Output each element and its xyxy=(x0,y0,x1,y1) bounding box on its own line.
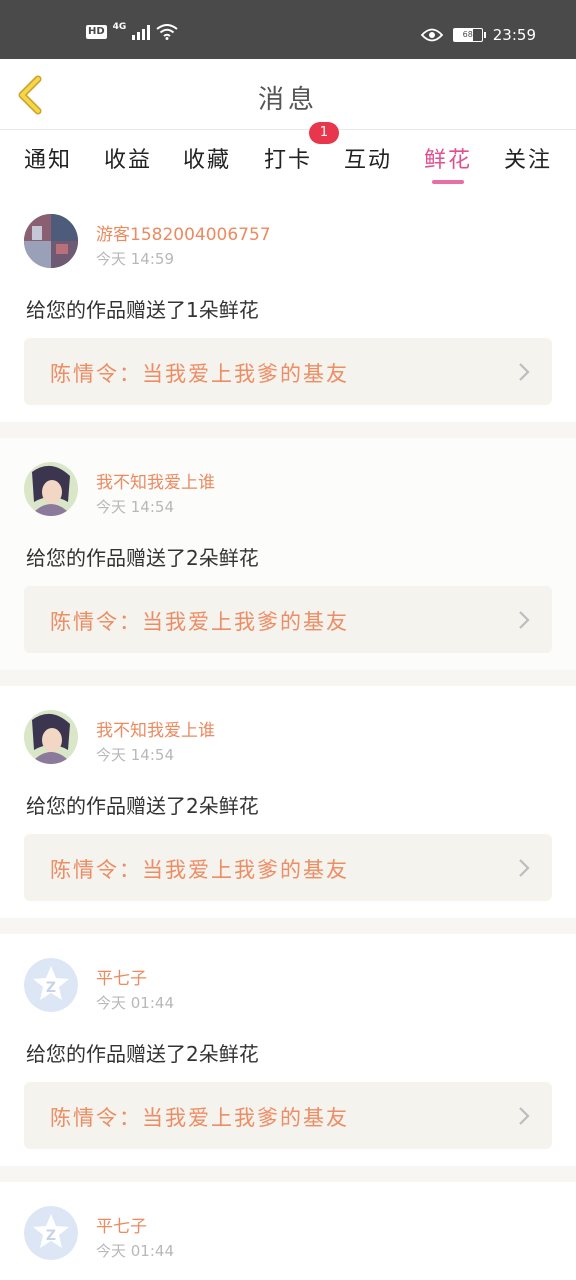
message-card[interactable]: 游客1582004006757 今天 14:59 给您的作品赠送了1朵鲜花 陈情… xyxy=(0,190,576,422)
work-title: 陈情令：当我爱上我爹的基友 xyxy=(50,362,349,386)
avatar[interactable] xyxy=(24,214,78,268)
status-bar: HD 4G 68 23:59 xyxy=(0,0,576,59)
active-tab-indicator xyxy=(432,180,464,184)
message-text: 给您的作品赠送了1朵鲜花 xyxy=(26,298,259,322)
status-left: HD 4G xyxy=(86,22,178,40)
chevron-right-icon xyxy=(519,611,530,629)
navigation-bar: 消息 xyxy=(0,59,576,130)
svg-text:Z: Z xyxy=(46,980,56,996)
tab-follow[interactable]: 关注 xyxy=(504,142,552,174)
username[interactable]: 游客1582004006757 xyxy=(96,220,271,245)
work-link[interactable]: 陈情令：当我爱上我爹的基友 xyxy=(24,1082,552,1149)
username[interactable]: 平七子 xyxy=(96,964,147,989)
username[interactable]: 我不知我爱上谁 xyxy=(96,716,215,741)
checkin-badge: 1 xyxy=(309,122,339,144)
message-card[interactable]: 我不知我爱上谁 今天 14:54 给您的作品赠送了2朵鲜花 陈情令：当我爱上我爹… xyxy=(0,438,576,670)
username[interactable]: 平七子 xyxy=(96,1212,147,1237)
chevron-right-icon xyxy=(519,1107,530,1125)
work-title: 陈情令：当我爱上我爹的基友 xyxy=(50,858,349,882)
work-link[interactable]: 陈情令：当我爱上我爹的基友 xyxy=(24,338,552,405)
tab-notification[interactable]: 通知 xyxy=(24,142,72,174)
work-title: 陈情令：当我爱上我爹的基友 xyxy=(50,610,349,634)
message-text: 给您的作品赠送了2朵鲜花 xyxy=(26,794,259,818)
page-title: 消息 xyxy=(257,85,318,115)
hd-badge: HD xyxy=(86,25,107,39)
work-title: 陈情令：当我爱上我爹的基友 xyxy=(50,1106,349,1130)
clock: 23:59 xyxy=(492,26,536,44)
timestamp: 今天 14:59 xyxy=(96,250,174,268)
network-type: 4G xyxy=(112,22,127,32)
username[interactable]: 我不知我爱上谁 xyxy=(96,468,215,493)
default-avatar-icon[interactable]: Z xyxy=(24,1206,78,1260)
timestamp: 今天 01:44 xyxy=(96,1242,174,1260)
tab-income[interactable]: 收益 xyxy=(104,142,152,174)
status-right: 68 23:59 xyxy=(420,26,536,44)
message-card[interactable]: 我不知我爱上谁 今天 14:54 给您的作品赠送了2朵鲜花 陈情令：当我爱上我爹… xyxy=(0,686,576,918)
timestamp: 今天 01:44 xyxy=(96,994,174,1012)
message-text: 给您的作品赠送了2朵鲜花 xyxy=(26,1042,259,1066)
svg-text:Z: Z xyxy=(46,1228,56,1244)
tab-checkin[interactable]: 打卡 xyxy=(264,142,312,174)
work-link[interactable]: 陈情令：当我爱上我爹的基友 xyxy=(24,586,552,653)
avatar[interactable] xyxy=(24,710,78,764)
wifi-icon xyxy=(156,24,178,40)
avatar[interactable] xyxy=(24,462,78,516)
tab-bar: 通知 收益 收藏 打卡 互动 鲜花 关注 xyxy=(0,130,576,190)
default-avatar-icon[interactable]: Z xyxy=(24,958,78,1012)
message-card[interactable]: Z 平七子 今天 01:44 给您的作品赠送了2朵鲜花 陈情令：当我爱上我爹的基… xyxy=(0,934,576,1166)
tab-favorites[interactable]: 收藏 xyxy=(183,142,231,174)
tab-interaction[interactable]: 互动 xyxy=(344,142,392,174)
timestamp: 今天 14:54 xyxy=(96,746,174,764)
work-link[interactable]: 陈情令：当我爱上我爹的基友 xyxy=(24,834,552,901)
message-card[interactable]: Z 平七子 今天 01:44 xyxy=(0,1182,576,1280)
eye-icon xyxy=(420,28,443,42)
tab-flowers[interactable]: 鲜花 xyxy=(424,142,472,174)
chevron-right-icon xyxy=(519,363,530,381)
battery-icon: 68 xyxy=(452,28,486,42)
signal-icon xyxy=(132,24,151,40)
timestamp: 今天 14:54 xyxy=(96,498,174,516)
battery-level: 68 xyxy=(462,30,473,39)
message-text: 给您的作品赠送了2朵鲜花 xyxy=(26,546,259,570)
chevron-right-icon xyxy=(519,859,530,877)
